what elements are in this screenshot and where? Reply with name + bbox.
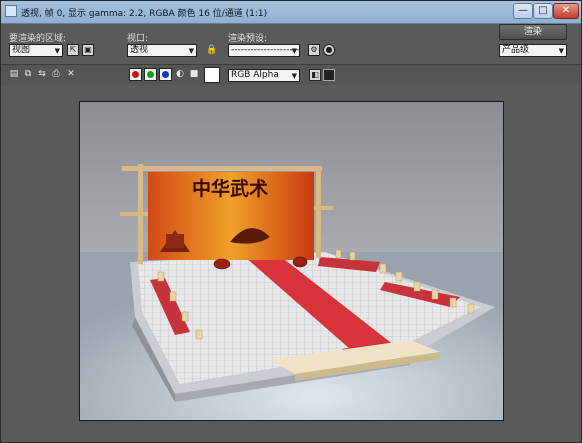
red-channel-toggle[interactable] <box>129 68 142 81</box>
edit-region-icon[interactable]: ⇱ <box>67 44 79 56</box>
chevron-down-icon: ▼ <box>54 47 60 55</box>
chevron-down-icon: ▼ <box>188 47 194 55</box>
chevron-down-icon: ▼ <box>291 72 297 80</box>
area-to-render-dropdown[interactable]: 视图 ▼ <box>9 44 63 57</box>
image-toolbar: ▤ ⧉ ⇆ ⎙ ✕ ◐ ■ RGB Alpha ▼ ◧ <box>1 65 581 85</box>
rendered-image: 中华武术 <box>79 101 504 421</box>
render-quality-dropdown[interactable]: 产品级 ▼ <box>499 44 567 57</box>
alpha-channel-icon[interactable]: ◐ <box>175 69 185 80</box>
copy-image-icon[interactable]: ⧉ <box>23 69 33 80</box>
green-channel-icon <box>147 71 154 78</box>
auto-region-icon[interactable]: ▣ <box>82 44 94 56</box>
viewport-value: 透视 <box>130 45 149 55</box>
rendered-frame-window: 透视, 帧 0, 显示 gamma: 2.2, RGBA 颜色 16 位/通道 … <box>0 0 582 443</box>
save-image-icon[interactable]: ▤ <box>9 69 19 80</box>
toggle-ui-overlay-icon[interactable]: ◧ <box>309 69 321 81</box>
channel-display-dropdown[interactable]: RGB Alpha ▼ <box>228 69 300 82</box>
window-title: 透视, 帧 0, 显示 gamma: 2.2, RGBA 颜色 16 位/通道 … <box>21 9 268 19</box>
close-button[interactable]: ✕ <box>553 3 579 19</box>
render-setup-icon[interactable]: ⚙ <box>308 44 320 56</box>
render-preset-dropdown[interactable]: ------------------------- ▼ <box>228 44 300 57</box>
green-channel-toggle[interactable] <box>144 68 157 81</box>
minimize-button[interactable]: — <box>513 3 533 19</box>
clear-image-icon[interactable]: ✕ <box>66 69 76 80</box>
banner-text: 中华武术 <box>192 177 268 200</box>
title-bar[interactable]: 透视, 帧 0, 显示 gamma: 2.2, RGBA 颜色 16 位/通道 … <box>1 1 581 24</box>
red-channel-icon <box>132 71 139 78</box>
print-image-icon[interactable]: ⎙ <box>51 69 61 80</box>
render-preset-label: 渲染预设: <box>228 34 268 44</box>
render-button[interactable]: 渲染 <box>499 24 567 40</box>
rendered-scene: 中华武术 <box>80 102 503 420</box>
viewport-dropdown[interactable]: 透视 ▼ <box>127 44 197 57</box>
background-color-swatch[interactable] <box>204 67 220 83</box>
area-to-render-value: 视图 <box>12 45 31 55</box>
chevron-down-icon: ▼ <box>291 47 297 55</box>
monochrome-icon[interactable]: ■ <box>189 69 199 80</box>
chevron-down-icon: ▼ <box>558 47 564 55</box>
area-to-render-label: 要渲染的区域: <box>9 34 67 44</box>
render-preset-value: ------------------------- <box>231 45 300 55</box>
clone-frame-icon[interactable]: ⇆ <box>37 69 47 80</box>
blue-channel-toggle[interactable] <box>159 68 172 81</box>
render-quality-value: 产品级 <box>502 45 530 55</box>
app-icon <box>5 5 17 17</box>
maximize-button[interactable]: □ <box>533 3 553 19</box>
environment-icon[interactable]: ● <box>323 44 335 56</box>
viewport-label: 视口: <box>127 34 149 44</box>
blue-channel-icon <box>162 71 169 78</box>
channel-display-value: RGB Alpha <box>231 70 279 80</box>
lock-icon[interactable]: 🔒 <box>206 45 217 56</box>
display-mode-icon[interactable] <box>323 69 335 81</box>
